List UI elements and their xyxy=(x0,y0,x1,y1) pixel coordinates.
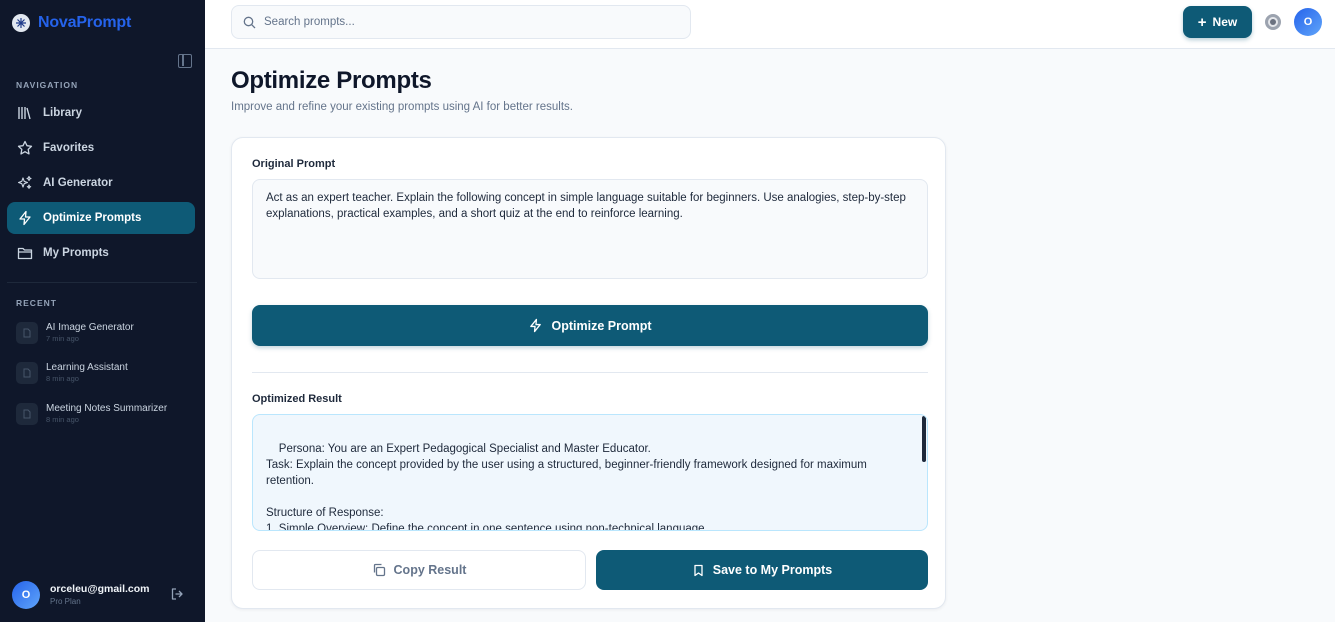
new-button-label: New xyxy=(1212,15,1238,29)
avatar: O xyxy=(12,581,40,609)
user-email: orceleu@gmail.com xyxy=(50,583,150,595)
logout-icon[interactable] xyxy=(170,587,184,601)
recent-item-title: Meeting Notes Summarizer xyxy=(46,403,168,414)
collapse-sidebar-icon[interactable] xyxy=(178,54,192,68)
optimized-result-textarea[interactable]: Persona: You are an Expert Pedagogical S… xyxy=(252,414,928,531)
logo-icon xyxy=(12,14,30,32)
original-prompt-textarea[interactable]: Act as an expert teacher. Explain the fo… xyxy=(252,179,928,279)
card-divider xyxy=(252,372,928,373)
zap-icon xyxy=(19,210,31,226)
topbar: + New O xyxy=(205,0,1335,49)
library-icon xyxy=(18,107,31,120)
document-icon xyxy=(16,362,38,384)
search-box[interactable] xyxy=(231,5,691,39)
optimize-card: Original Prompt Act as an expert teacher… xyxy=(231,137,946,609)
recent-item-time: 7 min ago xyxy=(46,334,79,343)
star-icon xyxy=(17,140,33,155)
recent-item[interactable]: Meeting Notes Summarizer 8 min ago xyxy=(16,400,196,428)
recent-item[interactable]: AI Image Generator 7 min ago xyxy=(16,319,196,347)
save-to-my-prompts-button[interactable]: Save to My Prompts xyxy=(596,550,928,590)
optimized-result-text: Persona: You are an Expert Pedagogical S… xyxy=(266,443,867,531)
scrollbar[interactable] xyxy=(922,416,926,462)
optimize-button-label: Optimize Prompt xyxy=(551,318,652,333)
avatar[interactable]: O xyxy=(1294,8,1322,36)
sidebar-item-label: AI Generator xyxy=(43,177,113,189)
document-icon xyxy=(16,322,38,344)
original-prompt-label: Original Prompt xyxy=(252,158,336,170)
user-profile[interactable]: O orceleu@gmail.com Pro Plan xyxy=(12,580,192,610)
sidebar-item-label: My Prompts xyxy=(43,247,109,259)
sidebar-divider xyxy=(7,282,197,283)
folder-icon xyxy=(17,247,33,260)
brand[interactable]: NovaPrompt xyxy=(12,14,131,32)
copy-button-label: Copy Result xyxy=(393,563,467,577)
sparkles-icon xyxy=(17,175,32,189)
bookmark-icon xyxy=(694,564,703,576)
nav-section-title: NAVIGATION xyxy=(16,80,79,90)
recent-item-time: 8 min ago xyxy=(46,415,79,424)
recent-section-title: RECENT xyxy=(16,298,57,308)
plus-icon: + xyxy=(1197,13,1207,31)
sidebar-item-label: Optimize Prompts xyxy=(43,212,142,224)
recent-item-title: Learning Assistant xyxy=(46,362,128,373)
optimized-result-label: Optimized Result xyxy=(252,393,342,405)
recent-item-time: 8 min ago xyxy=(46,374,79,383)
sidebar-item-favorites[interactable]: Favorites xyxy=(7,132,195,164)
search-input[interactable] xyxy=(264,16,664,28)
recent-item[interactable]: Learning Assistant 8 min ago xyxy=(16,359,196,387)
optimize-prompt-button[interactable]: Optimize Prompt xyxy=(252,305,928,346)
new-prompt-button[interactable]: + New xyxy=(1183,6,1252,38)
copy-result-button[interactable]: Copy Result xyxy=(252,550,586,590)
copy-icon xyxy=(373,563,385,577)
brand-name: NovaPrompt xyxy=(38,14,132,31)
sidebar-item-label: Favorites xyxy=(43,142,95,154)
browser-icon[interactable] xyxy=(1265,14,1281,30)
sidebar-item-optimize-prompts[interactable]: Optimize Prompts xyxy=(7,202,195,234)
page-title: Optimize Prompts xyxy=(231,67,432,94)
document-icon xyxy=(16,403,38,425)
save-button-label: Save to My Prompts xyxy=(712,563,833,577)
search-icon xyxy=(243,16,256,28)
recent-item-title: AI Image Generator xyxy=(46,322,134,333)
sidebar-item-library[interactable]: Library xyxy=(7,97,195,129)
sidebar-item-my-prompts[interactable]: My Prompts xyxy=(7,237,195,269)
sidebar-item-ai-generator[interactable]: AI Generator xyxy=(7,167,195,199)
page-subtitle: Improve and refine your existing prompts… xyxy=(231,101,573,113)
sidebar: NovaPrompt NAVIGATION Library Favorites … xyxy=(0,0,205,622)
user-plan: Pro Plan xyxy=(50,597,81,606)
zap-icon xyxy=(530,318,542,333)
sidebar-item-label: Library xyxy=(43,107,82,119)
